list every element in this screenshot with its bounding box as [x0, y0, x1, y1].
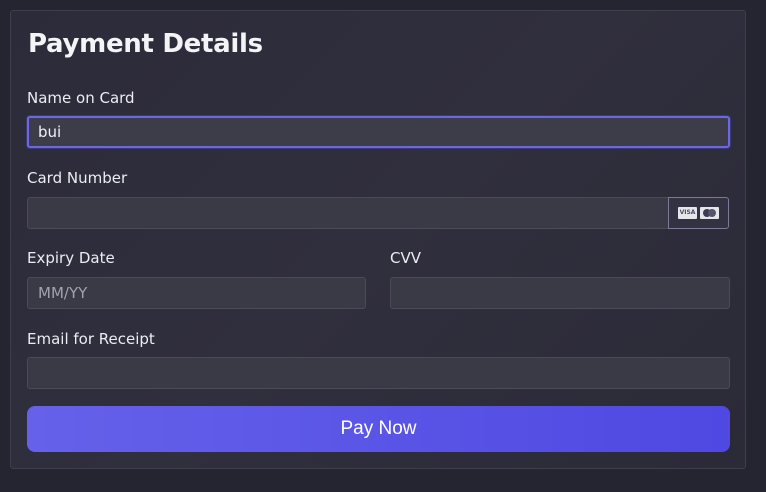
- expiry-date-input[interactable]: MM/YY: [27, 277, 366, 309]
- visa-icon: VISA: [678, 207, 697, 219]
- name-on-card-label: Name on Card: [27, 89, 135, 107]
- card-number-group: VISA: [27, 197, 730, 229]
- expiry-date-placeholder: MM/YY: [38, 284, 88, 302]
- email-input[interactable]: [27, 357, 730, 389]
- email-label: Email for Receipt: [27, 330, 155, 348]
- name-on-card-input[interactable]: bui: [27, 116, 730, 148]
- pay-now-button[interactable]: Pay Now: [27, 406, 730, 452]
- expiry-date-label: Expiry Date: [27, 249, 115, 267]
- cvv-input[interactable]: [390, 277, 730, 309]
- cvv-label: CVV: [390, 249, 421, 267]
- payment-card: Payment Details Name on Card bui Card Nu…: [10, 10, 746, 469]
- card-number-input[interactable]: [27, 197, 669, 229]
- card-brand-icons: VISA: [668, 197, 729, 229]
- card-number-label: Card Number: [27, 169, 128, 187]
- form-title: Payment Details: [28, 29, 263, 59]
- mastercard-icon: [700, 207, 719, 219]
